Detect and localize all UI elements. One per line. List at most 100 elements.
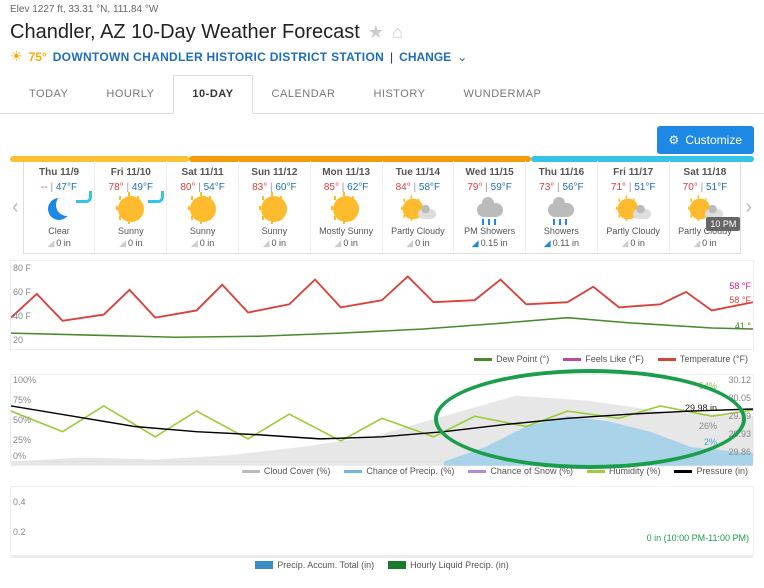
home-icon[interactable]: ⌂ — [392, 22, 403, 43]
day-date: Sat 11/11 — [169, 167, 236, 178]
station-link[interactable]: DOWNTOWN CHANDLER HISTORIC DISTRICT STAT… — [53, 50, 384, 64]
weather-icon — [400, 195, 436, 223]
y2-axis-label: 30.12 — [728, 375, 751, 385]
customize-button[interactable]: ⚙ Customize — [657, 126, 754, 154]
tab-wundermap[interactable]: WUNDERMAP — [444, 75, 560, 113]
weather-icon — [615, 195, 651, 223]
day-card[interactable]: Thu 11/16 73° | 56°F Showers ◢0.11 in — [526, 161, 598, 253]
day-temps: -- | 47°F — [26, 182, 93, 193]
condition-label: Showers — [528, 226, 595, 236]
condition-label: Clear — [26, 226, 93, 236]
y2-axis-label: 29.86 — [728, 447, 751, 457]
customize-label: Customize — [685, 133, 742, 147]
next-arrow-icon[interactable]: › — [743, 196, 754, 219]
weather-icon — [543, 195, 579, 223]
sun-icon: ☀ — [10, 48, 23, 65]
day-date: Sat 11/18 — [672, 167, 739, 178]
y-axis-label: 0.4 — [13, 497, 26, 507]
day-temps: 84° | 58°F — [385, 182, 452, 193]
day-card[interactable]: Thu 11/9 -- | 47°F Clear ◢0 in — [24, 161, 96, 253]
condition-label: Sunny — [97, 226, 164, 236]
day-temps: 80° | 54°F — [169, 182, 236, 193]
day-date: Thu 11/16 — [528, 167, 595, 178]
chevron-down-icon[interactable]: ⌄ — [457, 50, 467, 64]
day-card[interactable]: Fri 11/10 78° | 49°F Sunny ◢0 in — [95, 161, 167, 253]
chart-precip[interactable]: 0.4 0.2 0 in (10:00 PM-11:00 PM) — [10, 486, 754, 556]
condition-label: Partly Cloudy — [600, 226, 667, 236]
precip-label: ◢0 in — [313, 238, 380, 249]
tab-hourly[interactable]: HOURLY — [87, 75, 173, 113]
tab-bar: TODAY HOURLY 10-DAY CALENDAR HISTORY WUN… — [0, 75, 764, 114]
tab-calendar[interactable]: CALENDAR — [253, 75, 355, 113]
value-label: 58 °F — [729, 295, 751, 305]
prev-arrow-icon[interactable]: ‹ — [10, 196, 21, 219]
day-card[interactable]: Tue 11/14 84° | 58°F Partly Cloudy ◢0 in — [383, 161, 455, 253]
day-temps: 79° | 59°F — [456, 182, 523, 193]
y2-axis-label: 29.93 — [728, 429, 751, 439]
day-temps: 78° | 49°F — [97, 182, 164, 193]
change-station-link[interactable]: CHANGE — [399, 50, 451, 64]
y-axis-label: 40 F — [13, 311, 31, 321]
value-label: 41 ° — [735, 321, 751, 331]
y-axis-label: 25% — [13, 435, 31, 445]
day-date: Fri 11/10 — [97, 167, 164, 178]
day-date: Wed 11/15 — [456, 167, 523, 178]
weather-icon — [256, 195, 292, 223]
day-temps: 73° | 56°F — [528, 182, 595, 193]
day-card[interactable]: Sat 11/1870° | 51°FPartly Cloudy◢0 in10 … — [670, 161, 741, 253]
precip-label: ◢0.15 in — [456, 238, 523, 249]
value-label: 26% — [699, 421, 717, 431]
elevation-info: Elev 1227 ft, 33.31 °N, 111.84 °W — [0, 0, 764, 19]
value-label: 54% — [699, 381, 717, 391]
precip-label: ◢0.11 in — [528, 238, 595, 249]
tab-10day[interactable]: 10-DAY — [173, 75, 252, 114]
day-card[interactable]: Sun 11/1283° | 60°FSunny◢0 in — [239, 161, 311, 253]
day-date: Tue 11/14 — [385, 167, 452, 178]
day-temps: 85° | 62°F — [313, 182, 380, 193]
day-temps: 70° | 51°F — [672, 182, 739, 193]
y-axis-label: 100% — [13, 375, 36, 385]
day-temps: 71° | 51°F — [600, 182, 667, 193]
value-label: 2% — [704, 437, 717, 447]
condition-label: PM Showers — [456, 226, 523, 236]
station-separator: | — [390, 50, 393, 64]
y-axis-label: 50% — [13, 415, 31, 425]
day-date: Thu 11/9 — [26, 167, 93, 178]
chart-humidity[interactable]: 100% 75% 50% 25% 0% 30.12 30.05 29.99 29… — [10, 374, 754, 462]
precip-label: ◢0 in — [385, 238, 452, 249]
condition-label: Sunny — [241, 226, 308, 236]
condition-label: Mostly Sunny — [313, 226, 380, 236]
condition-label: Sunny — [169, 226, 236, 236]
y-axis-label: 75% — [13, 395, 31, 405]
precip-tooltip: 0 in (10:00 PM-11:00 PM) — [647, 533, 749, 543]
day-date: Fri 11/17 — [600, 167, 667, 178]
tab-history[interactable]: HISTORY — [354, 75, 444, 113]
page-title: Chandler, AZ 10-Day Weather Forecast — [10, 21, 360, 44]
day-cards: Thu 11/9 -- | 47°F Clear ◢0 in Fri 11/10 78° … — [23, 160, 742, 254]
day-date: Mon 11/13 — [313, 167, 380, 178]
y2-axis-label: 30.05 — [728, 393, 751, 403]
weather-icon — [185, 195, 221, 223]
condition-label: Partly Cloudy — [385, 226, 452, 236]
day-temps: 83° | 60°F — [241, 182, 308, 193]
weather-icon — [41, 195, 77, 223]
day-card[interactable]: Wed 11/15 79° | 59°F PM Showers ◢0.15 in — [454, 161, 526, 253]
day-card[interactable]: Fri 11/17 71° | 51°F Partly Cloudy ◢0 in — [598, 161, 670, 253]
gear-icon: ⚙ — [669, 133, 680, 147]
weather-icon — [113, 195, 149, 223]
precip-label: ◢0 in — [600, 238, 667, 249]
precip-label: ◢0 in — [672, 238, 739, 249]
day-card[interactable]: Sat 11/1180° | 54°FSunny◢0 in — [167, 161, 239, 253]
precip-label: ◢0 in — [97, 238, 164, 249]
weather-icon — [328, 195, 364, 223]
y-axis-label: 20 — [13, 335, 23, 345]
day-date: Sun 11/12 — [241, 167, 308, 178]
favorite-icon[interactable]: ★ — [368, 22, 384, 43]
chart-temperature[interactable]: 80 F 60 F 40 F 20 58 °F 58 °F 41 ° — [10, 260, 754, 350]
time-badge: 10 PM — [706, 217, 740, 231]
y-axis-label: 0.2 — [13, 527, 26, 537]
y-axis-label: 80 F — [13, 263, 31, 273]
precip-label: ◢0 in — [26, 238, 93, 249]
day-card[interactable]: Mon 11/13 85° | 62°F Mostly Sunny ◢0 in — [311, 161, 383, 253]
tab-today[interactable]: TODAY — [10, 75, 87, 113]
